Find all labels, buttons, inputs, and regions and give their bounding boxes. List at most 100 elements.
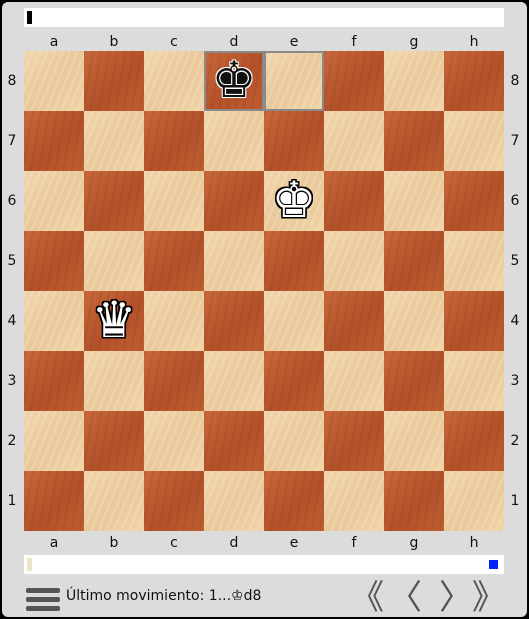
rank-label-left-7: 7 [7, 133, 17, 149]
file-label-bottom-d: d [229, 535, 239, 551]
progress-start-marker [27, 558, 32, 571]
file-label-bottom-b: b [109, 535, 119, 551]
square-g8[interactable] [384, 51, 444, 111]
rank-label-right-3: 3 [510, 373, 520, 389]
previous-move-button[interactable]: 〈 [388, 580, 422, 616]
file-label-bottom-f: f [351, 535, 357, 551]
square-e5[interactable] [264, 231, 324, 291]
square-f4[interactable] [324, 291, 384, 351]
rank-label-right-2: 2 [510, 433, 520, 449]
square-a4[interactable] [24, 291, 84, 351]
square-d4[interactable] [204, 291, 264, 351]
square-f3[interactable] [324, 351, 384, 411]
square-a3[interactable] [24, 351, 84, 411]
square-d5[interactable] [204, 231, 264, 291]
square-g7[interactable] [384, 111, 444, 171]
square-g4[interactable] [384, 291, 444, 351]
square-h3[interactable] [444, 351, 504, 411]
square-b3[interactable] [84, 351, 144, 411]
square-h6[interactable] [444, 171, 504, 231]
first-move-button[interactable]: 《 [350, 580, 384, 616]
square-g3[interactable] [384, 351, 444, 411]
square-d7[interactable] [204, 111, 264, 171]
square-b6[interactable] [84, 171, 144, 231]
file-label-bottom-h: h [469, 535, 479, 551]
square-d6[interactable] [204, 171, 264, 231]
square-h8[interactable] [444, 51, 504, 111]
hamburger-menu-icon[interactable] [26, 585, 60, 615]
square-a1[interactable] [24, 471, 84, 531]
file-label-top-c: c [170, 34, 178, 50]
square-h1[interactable] [444, 471, 504, 531]
file-label-bottom-c: c [170, 535, 178, 551]
square-e4[interactable] [264, 291, 324, 351]
square-g1[interactable] [384, 471, 444, 531]
square-f8[interactable] [324, 51, 384, 111]
chess-viewer: ♚ ♚ ♛ Último movimiento: 1...♔d8 《 〈 〉 》 a… [2, 2, 527, 617]
square-e3[interactable] [264, 351, 324, 411]
square-h7[interactable] [444, 111, 504, 171]
square-c8[interactable] [144, 51, 204, 111]
file-label-bottom-e: e [289, 535, 299, 551]
square-d2[interactable] [204, 411, 264, 471]
rank-label-left-2: 2 [7, 433, 17, 449]
square-a8[interactable] [24, 51, 84, 111]
square-f5[interactable] [324, 231, 384, 291]
rank-label-right-6: 6 [510, 193, 520, 209]
square-b5[interactable] [84, 231, 144, 291]
square-b1[interactable] [84, 471, 144, 531]
rank-label-left-8: 8 [7, 73, 17, 89]
square-h4[interactable] [444, 291, 504, 351]
square-c6[interactable] [144, 171, 204, 231]
chess-board[interactable]: ♚ ♚ ♛ [24, 51, 504, 531]
rank-label-left-5: 5 [7, 253, 17, 269]
square-e8[interactable] [264, 51, 324, 111]
square-f6[interactable] [324, 171, 384, 231]
file-label-top-e: e [289, 34, 299, 50]
square-d1[interactable] [204, 471, 264, 531]
square-h2[interactable] [444, 411, 504, 471]
file-label-top-a: a [49, 34, 59, 50]
square-b7[interactable] [84, 111, 144, 171]
square-a2[interactable] [24, 411, 84, 471]
square-b8[interactable] [84, 51, 144, 111]
progress-end-marker [489, 560, 498, 569]
square-e2[interactable] [264, 411, 324, 471]
square-c7[interactable] [144, 111, 204, 171]
square-c3[interactable] [144, 351, 204, 411]
black-king-icon[interactable]: ♚ [204, 51, 264, 111]
square-f2[interactable] [324, 411, 384, 471]
top-move-bar[interactable] [24, 8, 504, 27]
rank-label-right-5: 5 [510, 253, 520, 269]
square-g2[interactable] [384, 411, 444, 471]
square-f1[interactable] [324, 471, 384, 531]
square-h5[interactable] [444, 231, 504, 291]
rank-label-left-1: 1 [7, 493, 17, 509]
next-move-button[interactable]: 〉 [439, 580, 473, 616]
square-a6[interactable] [24, 171, 84, 231]
square-c4[interactable] [144, 291, 204, 351]
square-g5[interactable] [384, 231, 444, 291]
file-label-bottom-a: a [49, 535, 59, 551]
square-c1[interactable] [144, 471, 204, 531]
last-move-status: Último movimiento: 1...♔d8 [66, 588, 262, 604]
square-b2[interactable] [84, 411, 144, 471]
white-king-icon[interactable]: ♚ [264, 171, 324, 231]
top-bar-cursor [27, 11, 32, 24]
square-d3[interactable] [204, 351, 264, 411]
square-a5[interactable] [24, 231, 84, 291]
square-c2[interactable] [144, 411, 204, 471]
square-g6[interactable] [384, 171, 444, 231]
file-label-top-f: f [351, 34, 357, 50]
square-c5[interactable] [144, 231, 204, 291]
file-label-top-h: h [469, 34, 479, 50]
rank-label-right-7: 7 [510, 133, 520, 149]
rank-label-right-1: 1 [510, 493, 520, 509]
last-move-button[interactable]: 》 [472, 580, 506, 616]
square-f7[interactable] [324, 111, 384, 171]
game-progress-bar[interactable] [24, 555, 504, 574]
square-e1[interactable] [264, 471, 324, 531]
white-queen-icon[interactable]: ♛ [84, 291, 144, 351]
square-a7[interactable] [24, 111, 84, 171]
square-e7[interactable] [264, 111, 324, 171]
